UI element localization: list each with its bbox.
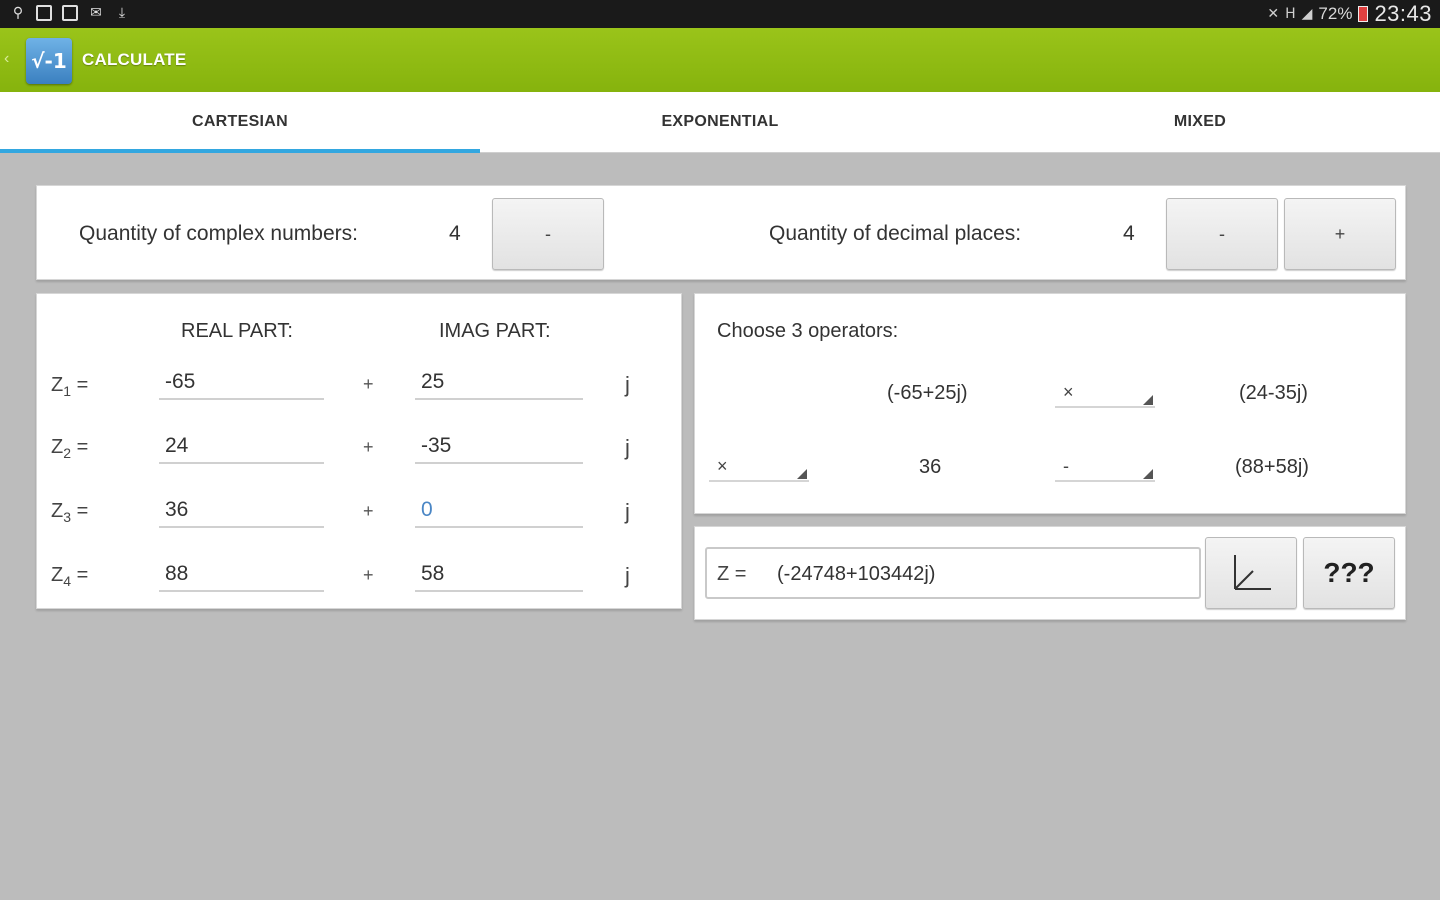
dropdown-arrow-icon bbox=[1143, 395, 1153, 405]
network-type: H bbox=[1285, 6, 1296, 22]
email-icon: ✉ bbox=[90, 5, 102, 21]
plus-sign: + bbox=[363, 437, 374, 457]
result-field[interactable]: Z = (-24748+103442j) bbox=[705, 547, 1201, 599]
download-icon: ⤓ bbox=[118, 5, 126, 21]
z4-imag-field[interactable]: 58 bbox=[415, 562, 583, 592]
complex-count-value: 4 bbox=[449, 222, 461, 245]
operator-1-value: × bbox=[1063, 382, 1074, 402]
operand-z4: (88+58j) bbox=[1235, 456, 1309, 478]
signal-icon: ◢ bbox=[1301, 6, 1313, 22]
sd-card-icon bbox=[36, 5, 52, 21]
j-unit: j bbox=[625, 435, 630, 460]
operator-3-dropdown[interactable]: - bbox=[1055, 454, 1155, 482]
complex-minus-button[interactable]: - bbox=[492, 198, 604, 270]
battery-percent: 72% bbox=[1318, 4, 1353, 23]
app-title: CALCULATE bbox=[82, 50, 187, 69]
plot-button[interactable] bbox=[1205, 537, 1297, 609]
plus-sign: + bbox=[363, 501, 374, 521]
image-icon bbox=[62, 5, 78, 21]
operand-z2: (24-35j) bbox=[1239, 382, 1308, 404]
decimal-places-value: 4 bbox=[1123, 222, 1135, 245]
axes-plot-icon bbox=[1234, 555, 1271, 590]
z2-real-field[interactable]: 24 bbox=[159, 434, 324, 464]
clock: 23:43 bbox=[1374, 1, 1432, 26]
plus-sign: + bbox=[363, 565, 374, 585]
tab-cartesian[interactable]: CARTESIAN bbox=[0, 92, 480, 153]
app-logo[interactable]: √-1 bbox=[26, 38, 72, 84]
unknown-button[interactable]: ??? bbox=[1303, 537, 1395, 609]
complex-inputs-card: REAL PART: IMAG PART: Z1 = -65 + 25 j Z2… bbox=[36, 293, 682, 609]
operator-1-dropdown[interactable]: × bbox=[1055, 380, 1155, 408]
operator-2-dropdown[interactable]: × bbox=[709, 454, 809, 482]
j-unit: j bbox=[625, 499, 630, 524]
status-bar: ⚲ ✉ ⤓ ✕ H ◢ 72% 23:43 bbox=[0, 0, 1440, 28]
operator-2-value: × bbox=[717, 456, 728, 476]
result-z-label: Z = bbox=[717, 563, 747, 585]
complex-count-label: Quantity of complex numbers: bbox=[79, 222, 358, 245]
dropdown-arrow-icon bbox=[797, 469, 807, 479]
notification-icons: ⚲ ✉ ⤓ bbox=[10, 4, 130, 22]
z4-label: Z4 = bbox=[51, 564, 89, 589]
tab-exponential[interactable]: EXPONENTIAL bbox=[480, 92, 960, 152]
usb-icon: ⚲ bbox=[12, 5, 24, 21]
z4-real-field[interactable]: 88 bbox=[159, 562, 324, 592]
tab-mixed[interactable]: MIXED bbox=[960, 92, 1440, 152]
z1-label: Z1 = bbox=[51, 374, 89, 399]
decimal-plus-button[interactable]: + bbox=[1284, 198, 1396, 270]
plus-sign: + bbox=[363, 374, 374, 394]
real-part-header: REAL PART: bbox=[181, 320, 293, 342]
back-caret-icon[interactable]: ‹ bbox=[4, 50, 9, 68]
result-value: (-24748+103442j) bbox=[777, 563, 936, 585]
mute-icon: ✕ bbox=[1267, 6, 1280, 22]
result-card: Z = (-24748+103442j) ??? bbox=[694, 526, 1406, 620]
battery-icon bbox=[1358, 6, 1369, 22]
system-icons: ✕ H ◢ 72% 23:43 bbox=[1267, 1, 1432, 27]
z1-imag-field[interactable]: 25 bbox=[415, 370, 583, 400]
decimal-places-label: Quantity of decimal places: bbox=[769, 222, 1022, 245]
decimal-minus-button[interactable]: - bbox=[1166, 198, 1278, 270]
action-bar: ‹ √-1 CALCULATE bbox=[0, 28, 1440, 92]
z3-label: Z3 = bbox=[51, 500, 89, 525]
j-unit: j bbox=[625, 563, 630, 588]
dropdown-arrow-icon bbox=[1143, 469, 1153, 479]
operators-card: Choose 3 operators: (-65+25j) × (24-35j)… bbox=[694, 293, 1406, 514]
tab-bar: CARTESIAN EXPONENTIAL MIXED bbox=[0, 92, 1440, 153]
z3-real-field[interactable]: 36 bbox=[159, 498, 324, 528]
z2-label: Z2 = bbox=[51, 436, 89, 461]
operators-title: Choose 3 operators: bbox=[717, 320, 899, 342]
j-unit: j bbox=[625, 372, 630, 397]
operator-3-value: - bbox=[1063, 456, 1069, 476]
settings-card: Quantity of complex numbers: 4 - Quantit… bbox=[36, 185, 1406, 280]
operand-z3: 36 bbox=[919, 456, 942, 478]
z3-imag-field[interactable]: 0 bbox=[415, 498, 583, 528]
imag-part-header: IMAG PART: bbox=[439, 320, 551, 342]
z1-real-field[interactable]: -65 bbox=[159, 370, 324, 400]
z2-imag-field[interactable]: -35 bbox=[415, 434, 583, 464]
operand-z1: (-65+25j) bbox=[887, 382, 968, 404]
